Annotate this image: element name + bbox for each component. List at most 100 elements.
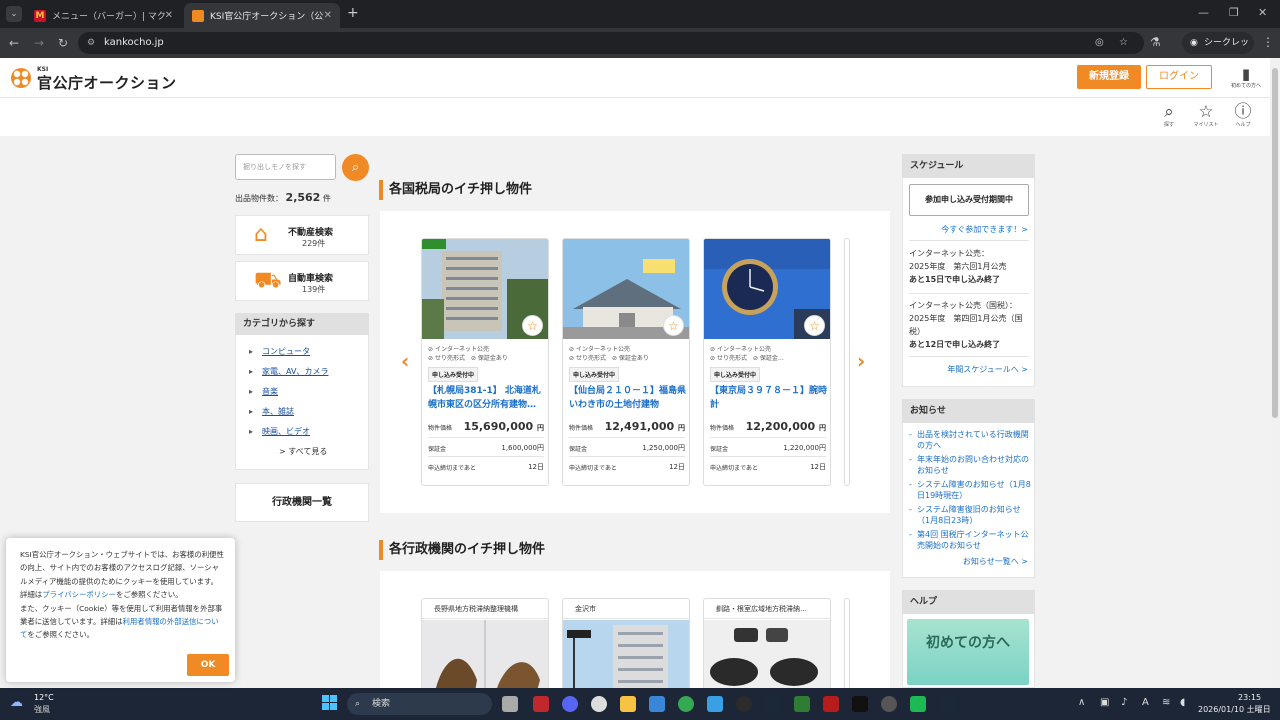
app-icon[interactable]	[910, 696, 926, 712]
category-item[interactable]: 本、雑誌	[249, 406, 294, 417]
property-card[interactable]: ☆ ⊘ インターネット公売 ⊘ せり売形式 ⊘ 保証金… 申し込み受付中 【東京…	[703, 238, 831, 486]
gov-card[interactable]: 釧路・根室広域地方税滞納…	[703, 598, 831, 688]
card-tag: ⊘ インターネット公売	[710, 346, 771, 353]
tab-list-button[interactable]: ⌄	[6, 6, 22, 22]
deposit-row: 保証金 1,220,000円	[710, 444, 826, 453]
extensions-icon[interactable]: ⚗	[1150, 35, 1161, 49]
news-item[interactable]: システム障害復旧のお知らせ（1月8日23時）	[909, 504, 1033, 526]
category-item[interactable]: 家電、AV、カメラ	[249, 366, 328, 377]
news-item[interactable]: 年末年始のお問い合わせ対応のお知らせ	[909, 454, 1033, 476]
search-nav[interactable]: ⌕ 探す	[1155, 103, 1183, 128]
start-icon[interactable]	[322, 695, 338, 711]
beginner-link[interactable]: ▮ 初めての方へ	[1228, 66, 1264, 89]
discord-icon[interactable]	[562, 696, 578, 712]
clock-time[interactable]: 23:15	[1238, 693, 1261, 702]
app-icon[interactable]	[533, 696, 549, 712]
tab-title: KSI官公庁オークション（公売・公有...	[210, 12, 324, 22]
favorite-star-icon[interactable]: ☆	[804, 315, 825, 336]
gov-card[interactable]: 金沢市	[562, 598, 690, 688]
forward-icon[interactable]: →	[34, 36, 44, 50]
tray-app-icon[interactable]: ▣	[1100, 697, 1109, 708]
tab-mcdonalds[interactable]: M メニュー（バーガー）| マクドナルド公式 ✕	[26, 3, 181, 28]
epic-icon[interactable]	[852, 696, 868, 712]
gov-card[interactable]: 長野県地方税滞納整理機構	[421, 598, 549, 688]
new-tab-button[interactable]: +	[347, 5, 359, 21]
restore-icon[interactable]: ❐	[1229, 6, 1239, 19]
steam-icon[interactable]	[765, 696, 781, 712]
join-button[interactable]: 参加申し込み受付期間中	[909, 184, 1029, 216]
favorite-star-icon[interactable]: ☆	[522, 315, 543, 336]
mylist-nav[interactable]: ☆ マイリスト	[1192, 103, 1220, 128]
property-name[interactable]: 【東京局３９７８－１】腕時計	[710, 384, 828, 412]
app-icon[interactable]	[881, 696, 897, 712]
category-item[interactable]: 音楽	[249, 386, 278, 397]
register-button[interactable]: 新規登録	[1077, 65, 1141, 89]
eye-off-icon[interactable]: ◎	[1095, 32, 1104, 54]
privacy-policy-link[interactable]: プライバシーポリシー	[42, 590, 116, 599]
close-tab-icon[interactable]: ✕	[324, 10, 332, 21]
favorite-star-icon[interactable]: ☆	[663, 315, 684, 336]
news-item[interactable]: 第4回 国税庁インターネット公売開始のお知らせ	[909, 529, 1033, 551]
address-bar[interactable]: ⚙ kankocho.jp ◎ ☆	[78, 32, 1144, 54]
realestate-search[interactable]: ⌂ 不動産検索 229件	[235, 215, 369, 255]
news-list-link[interactable]: お知らせ一覧へ >	[963, 556, 1028, 567]
ksi-logo-icon[interactable]	[10, 67, 32, 89]
category-item[interactable]: 映画、ビデオ	[249, 426, 310, 437]
scrollbar[interactable]	[1270, 58, 1280, 688]
mic-icon[interactable]: ♪	[1121, 697, 1127, 708]
property-card[interactable]: ☆ ⊘ インターネット公売 ⊘ せり売形式 ⊘ 保証金あり 申し込み受付中 【仙…	[562, 238, 690, 486]
taskview-icon[interactable]	[502, 696, 518, 712]
menu-icon[interactable]: ⋮	[1262, 35, 1274, 49]
car-search[interactable]: ⛟ 自動車検索 139件	[235, 261, 369, 301]
clock-date[interactable]: 2026/01/10 土曜日	[1198, 704, 1271, 715]
app-icon[interactable]	[823, 696, 839, 712]
gov-list-button[interactable]: 行政機関一覧	[235, 483, 369, 522]
property-name[interactable]: 【札幌局381-1】 北海道札幌市東区の区分所有建物…	[428, 384, 546, 412]
reload-icon[interactable]: ↻	[58, 36, 68, 50]
chrome-icon[interactable]	[678, 696, 694, 712]
ime-icon[interactable]: A	[1142, 697, 1149, 708]
see-all-link[interactable]: > すべて見る	[279, 446, 327, 457]
property-name[interactable]: 【仙台局２１０－１】福島県いわき市の土地付建物	[569, 384, 687, 412]
gov-card-partial[interactable]	[844, 598, 850, 688]
search-input[interactable]: 掘り出しモノを探す	[235, 154, 336, 180]
scrollbar-thumb[interactable]	[1272, 68, 1278, 418]
news-item[interactable]: システム障害のお知らせ（1月8日19時現在）	[909, 479, 1033, 501]
carousel-next-icon[interactable]: ›	[857, 349, 865, 373]
property-card-partial[interactable]	[844, 238, 850, 486]
news-item[interactable]: 出品を検討されている行政機関の方へ	[909, 429, 1033, 451]
search-button[interactable]: ⌕	[342, 154, 369, 181]
site-info-icon[interactable]: ⚙	[87, 32, 95, 54]
carousel-prev-icon[interactable]: ‹	[401, 349, 409, 373]
beginner-banner[interactable]: 初めての方へ	[907, 619, 1029, 685]
close-tab-icon[interactable]: ✕	[165, 10, 173, 21]
incognito-profile-button[interactable]: ◉ シークレット	[1182, 32, 1254, 70]
bookmark-star-icon[interactable]: ☆	[1119, 32, 1128, 54]
minimize-icon[interactable]: —	[1198, 6, 1209, 19]
yearly-schedule-link[interactable]: 年間スケジュールへ >	[947, 364, 1028, 375]
login-button[interactable]: ログイン	[1146, 65, 1212, 89]
chatgpt-icon[interactable]	[591, 696, 607, 712]
volume-icon[interactable]: ◖	[1180, 697, 1185, 708]
tab-ksi[interactable]: KSI官公庁オークション（公売・公有... ✕	[184, 3, 340, 28]
tray-chevron-icon[interactable]: ∧	[1078, 697, 1085, 708]
deadline-row: 申込締切まであと 12日	[428, 463, 544, 472]
file-explorer-icon[interactable]	[620, 696, 636, 712]
cookie-ok-button[interactable]: OK	[187, 654, 229, 676]
category-item[interactable]: コンピュータ	[249, 346, 310, 357]
app-icon[interactable]	[707, 696, 723, 712]
close-window-icon[interactable]: ✕	[1258, 6, 1267, 19]
card-tag: ⊘ インターネット公売	[428, 346, 489, 353]
help-nav[interactable]: ⓘ ヘルプ	[1229, 103, 1257, 128]
app-icon[interactable]	[794, 696, 810, 712]
back-icon[interactable]: ←	[9, 36, 19, 50]
logo-text[interactable]: 官公庁オークション	[37, 72, 177, 93]
wifi-icon[interactable]: ≋	[1162, 697, 1170, 708]
taskbar-search[interactable]: ⌕ 検索	[347, 693, 492, 715]
app-icon[interactable]	[736, 696, 752, 712]
property-card[interactable]: ☆ ⊘ インターネット公売 ⊘ せり売形式 ⊘ 保証金あり 申し込み受付中 【札…	[421, 238, 549, 486]
join-now-link[interactable]: 今すぐ参加できます！>	[941, 224, 1028, 235]
store-icon[interactable]	[649, 696, 665, 712]
weather-icon[interactable]: ☁	[10, 695, 23, 710]
steam-icon[interactable]	[939, 696, 955, 712]
